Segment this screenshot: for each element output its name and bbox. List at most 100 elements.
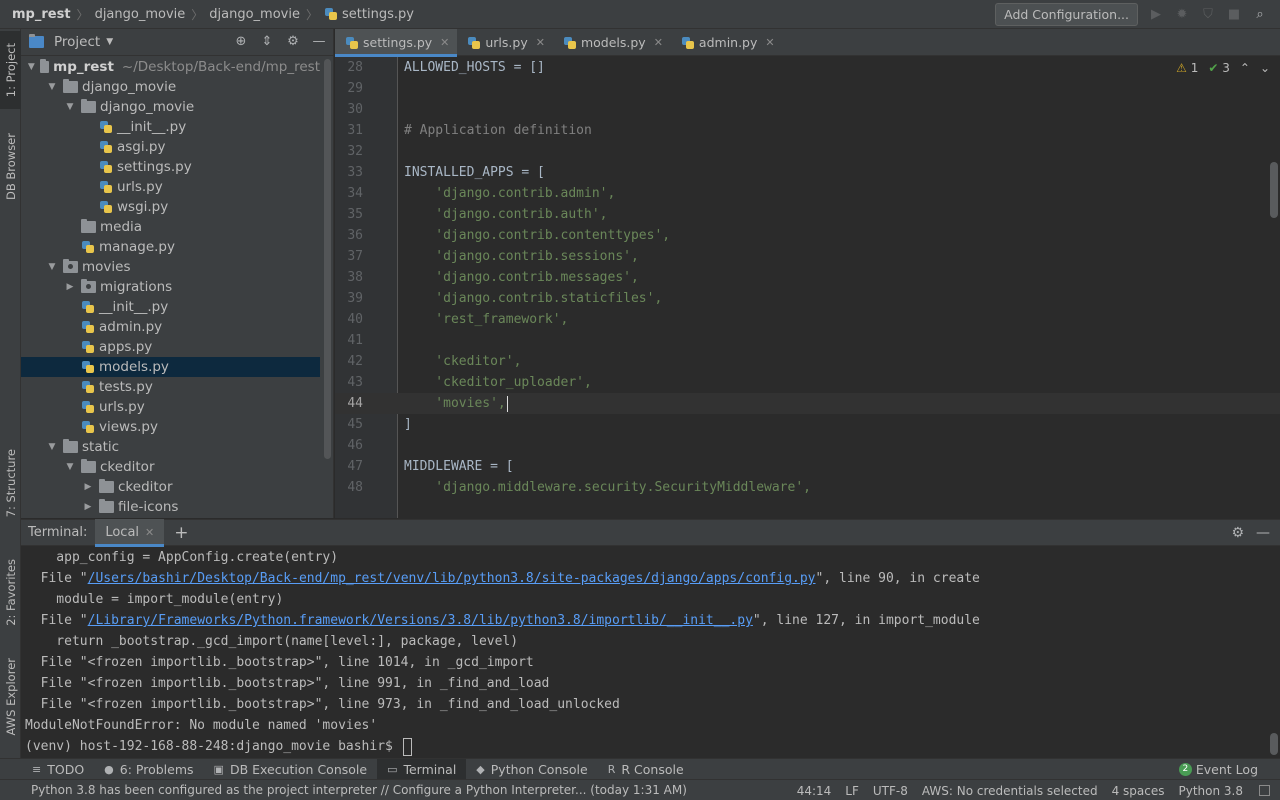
- code-line[interactable]: 44 'movies',: [335, 393, 1280, 414]
- minimize-icon[interactable]: —: [311, 34, 327, 50]
- tree-item[interactable]: ▼ mp_rest ~/Desktop/Back-end/mp_rest: [21, 57, 320, 77]
- indent-setting[interactable]: 4 spaces: [1112, 784, 1165, 798]
- tree-item[interactable]: __init__.py: [21, 117, 320, 137]
- caret-position[interactable]: 44:14: [797, 784, 832, 798]
- terminal-output[interactable]: app_config = AppConfig.create(entry) Fil…: [21, 547, 1280, 758]
- tree-item[interactable]: ▶ file-icons: [21, 497, 320, 517]
- tree-item[interactable]: settings.py: [21, 157, 320, 177]
- code-editor[interactable]: 28 ALLOWED_HOSTS = [] 29 30 31 # Application …: [335, 57, 1280, 518]
- code-line[interactable]: 33 INSTALLED_APPS = [: [335, 162, 1280, 183]
- tool-window-terminal[interactable]: ▭ Terminal: [377, 758, 467, 780]
- stop-icon[interactable]: ■: [1226, 7, 1242, 23]
- chevron-right-icon[interactable]: ▶: [81, 502, 95, 512]
- code-line[interactable]: 28 ALLOWED_HOSTS = []: [335, 57, 1280, 78]
- code-line[interactable]: 43 'ckeditor_uploader',: [335, 372, 1280, 393]
- tree-item[interactable]: wsgi.py: [21, 197, 320, 217]
- terminal-tab-local[interactable]: Local ✕: [95, 519, 165, 547]
- search-icon[interactable]: ⌕: [1252, 7, 1268, 23]
- code-line[interactable]: 42 'ckeditor',: [335, 351, 1280, 372]
- chevron-down-icon[interactable]: ▼: [63, 462, 77, 472]
- tool-window-db-execution-console[interactable]: ▣ DB Execution Console: [204, 759, 378, 780]
- close-icon[interactable]: ✕: [440, 36, 449, 49]
- code-line[interactable]: 40 'rest_framework',: [335, 309, 1280, 330]
- tree-item[interactable]: __init__.py: [21, 297, 320, 317]
- file-encoding[interactable]: UTF-8: [873, 784, 908, 798]
- breadcrumb-file[interactable]: settings.py: [324, 7, 414, 22]
- gear-icon[interactable]: ⚙: [285, 34, 301, 50]
- editor-tab[interactable]: settings.py ✕: [335, 29, 458, 57]
- tree-item[interactable]: urls.py: [21, 177, 320, 197]
- chevron-down-icon[interactable]: ▼: [27, 62, 36, 72]
- tab-db-browser[interactable]: DB Browser: [0, 121, 21, 213]
- terminal-scrollbar[interactable]: [1270, 733, 1278, 755]
- breadcrumb-folder[interactable]: django_movie: [95, 7, 186, 22]
- tree-item[interactable]: media: [21, 217, 320, 237]
- event-log-button[interactable]: 2 Event Log: [1178, 759, 1258, 780]
- tree-item[interactable]: ▼ movies: [21, 257, 320, 277]
- previous-highlight-icon[interactable]: ⌃: [1240, 61, 1250, 75]
- file-path-link[interactable]: /Library/Frameworks/Python.framework/Ver…: [88, 613, 753, 628]
- chevron-right-icon[interactable]: ▶: [81, 482, 95, 492]
- tool-window-6-problems[interactable]: ● 6: Problems: [94, 759, 203, 780]
- tree-item[interactable]: ▶ ckeditor: [21, 477, 320, 497]
- check-count[interactable]: ✔ 3: [1208, 61, 1230, 75]
- new-terminal-icon[interactable]: +: [174, 523, 188, 543]
- memory-indicator-icon[interactable]: [1259, 785, 1270, 796]
- aws-credentials[interactable]: AWS: No credentials selected: [922, 784, 1098, 798]
- tree-item[interactable]: ▼ django_movie: [21, 97, 320, 117]
- debug-icon[interactable]: ✹: [1174, 7, 1190, 23]
- tab-project[interactable]: 1: Project: [0, 31, 21, 109]
- run-icon[interactable]: ▶: [1148, 7, 1164, 23]
- tree-item[interactable]: ▼ ckeditor: [21, 457, 320, 477]
- code-line[interactable]: 37 'django.contrib.sessions',: [335, 246, 1280, 267]
- code-line[interactable]: 36 'django.contrib.contenttypes',: [335, 225, 1280, 246]
- code-line[interactable]: 30: [335, 99, 1280, 120]
- file-path-link[interactable]: /Users/bashir/Desktop/Back-end/mp_rest/v…: [88, 571, 816, 586]
- tree-item[interactable]: models.py: [21, 357, 320, 377]
- tool-window-todo[interactable]: ≡ TODO: [22, 759, 94, 780]
- line-separator[interactable]: LF: [845, 784, 859, 798]
- tool-window-r-console[interactable]: R R Console: [598, 759, 694, 780]
- chevron-down-icon[interactable]: ▼: [63, 102, 77, 112]
- chevron-down-icon[interactable]: ▼: [106, 37, 113, 47]
- code-line[interactable]: 35 'django.contrib.auth',: [335, 204, 1280, 225]
- tab-favorites[interactable]: 2: Favorites: [0, 549, 21, 635]
- code-line[interactable]: 45]: [335, 414, 1280, 435]
- tree-item[interactable]: apps.py: [21, 337, 320, 357]
- breadcrumb-root[interactable]: mp_rest: [12, 7, 71, 22]
- python-interpreter[interactable]: Python 3.8: [1179, 784, 1244, 798]
- chevron-right-icon[interactable]: ▶: [63, 282, 77, 292]
- minimize-icon[interactable]: —: [1256, 525, 1270, 541]
- code-line[interactable]: 32: [335, 141, 1280, 162]
- close-icon[interactable]: ✕: [145, 526, 154, 539]
- code-line[interactable]: 48 'django.middleware.security.SecurityM…: [335, 477, 1280, 498]
- tree-item[interactable]: urls.py: [21, 397, 320, 417]
- editor-scrollbar[interactable]: [1270, 162, 1278, 218]
- chevron-down-icon[interactable]: ▼: [45, 82, 59, 92]
- tree-item[interactable]: ▼ static: [21, 437, 320, 457]
- code-line[interactable]: 46: [335, 435, 1280, 456]
- code-line[interactable]: 34 'django.contrib.admin',: [335, 183, 1280, 204]
- code-line[interactable]: 29: [335, 78, 1280, 99]
- tree-item[interactable]: views.py: [21, 417, 320, 437]
- coverage-icon[interactable]: ⛉: [1200, 7, 1216, 23]
- tree-item[interactable]: asgi.py: [21, 137, 320, 157]
- breadcrumb-subfolder[interactable]: django_movie: [209, 7, 300, 22]
- editor-tab[interactable]: urls.py ✕: [457, 29, 553, 56]
- inspection-widget[interactable]: ⚠ 1 ✔ 3 ⌃ ⌄: [1176, 61, 1270, 75]
- tool-window-python-console[interactable]: ◆ Python Console: [466, 759, 597, 780]
- chevron-down-icon[interactable]: ▼: [45, 262, 59, 272]
- status-message[interactable]: Python 3.8 has been configured as the pr…: [0, 783, 687, 797]
- close-icon[interactable]: ✕: [536, 36, 545, 49]
- tree-item[interactable]: ▼ django_movie: [21, 77, 320, 97]
- next-highlight-icon[interactable]: ⌄: [1260, 61, 1270, 75]
- code-line[interactable]: 39 'django.contrib.staticfiles',: [335, 288, 1280, 309]
- tab-aws-explorer[interactable]: AWS Explorer: [0, 651, 21, 743]
- tab-structure[interactable]: 7: Structure: [0, 447, 21, 519]
- code-line[interactable]: 31 # Application definition: [335, 120, 1280, 141]
- warning-count[interactable]: ⚠ 1: [1176, 61, 1198, 75]
- locate-icon[interactable]: ⊕: [233, 34, 249, 50]
- tree-item[interactable]: ▶ migrations: [21, 277, 320, 297]
- project-scrollbar[interactable]: [324, 59, 331, 459]
- chevron-down-icon[interactable]: ▼: [45, 442, 59, 452]
